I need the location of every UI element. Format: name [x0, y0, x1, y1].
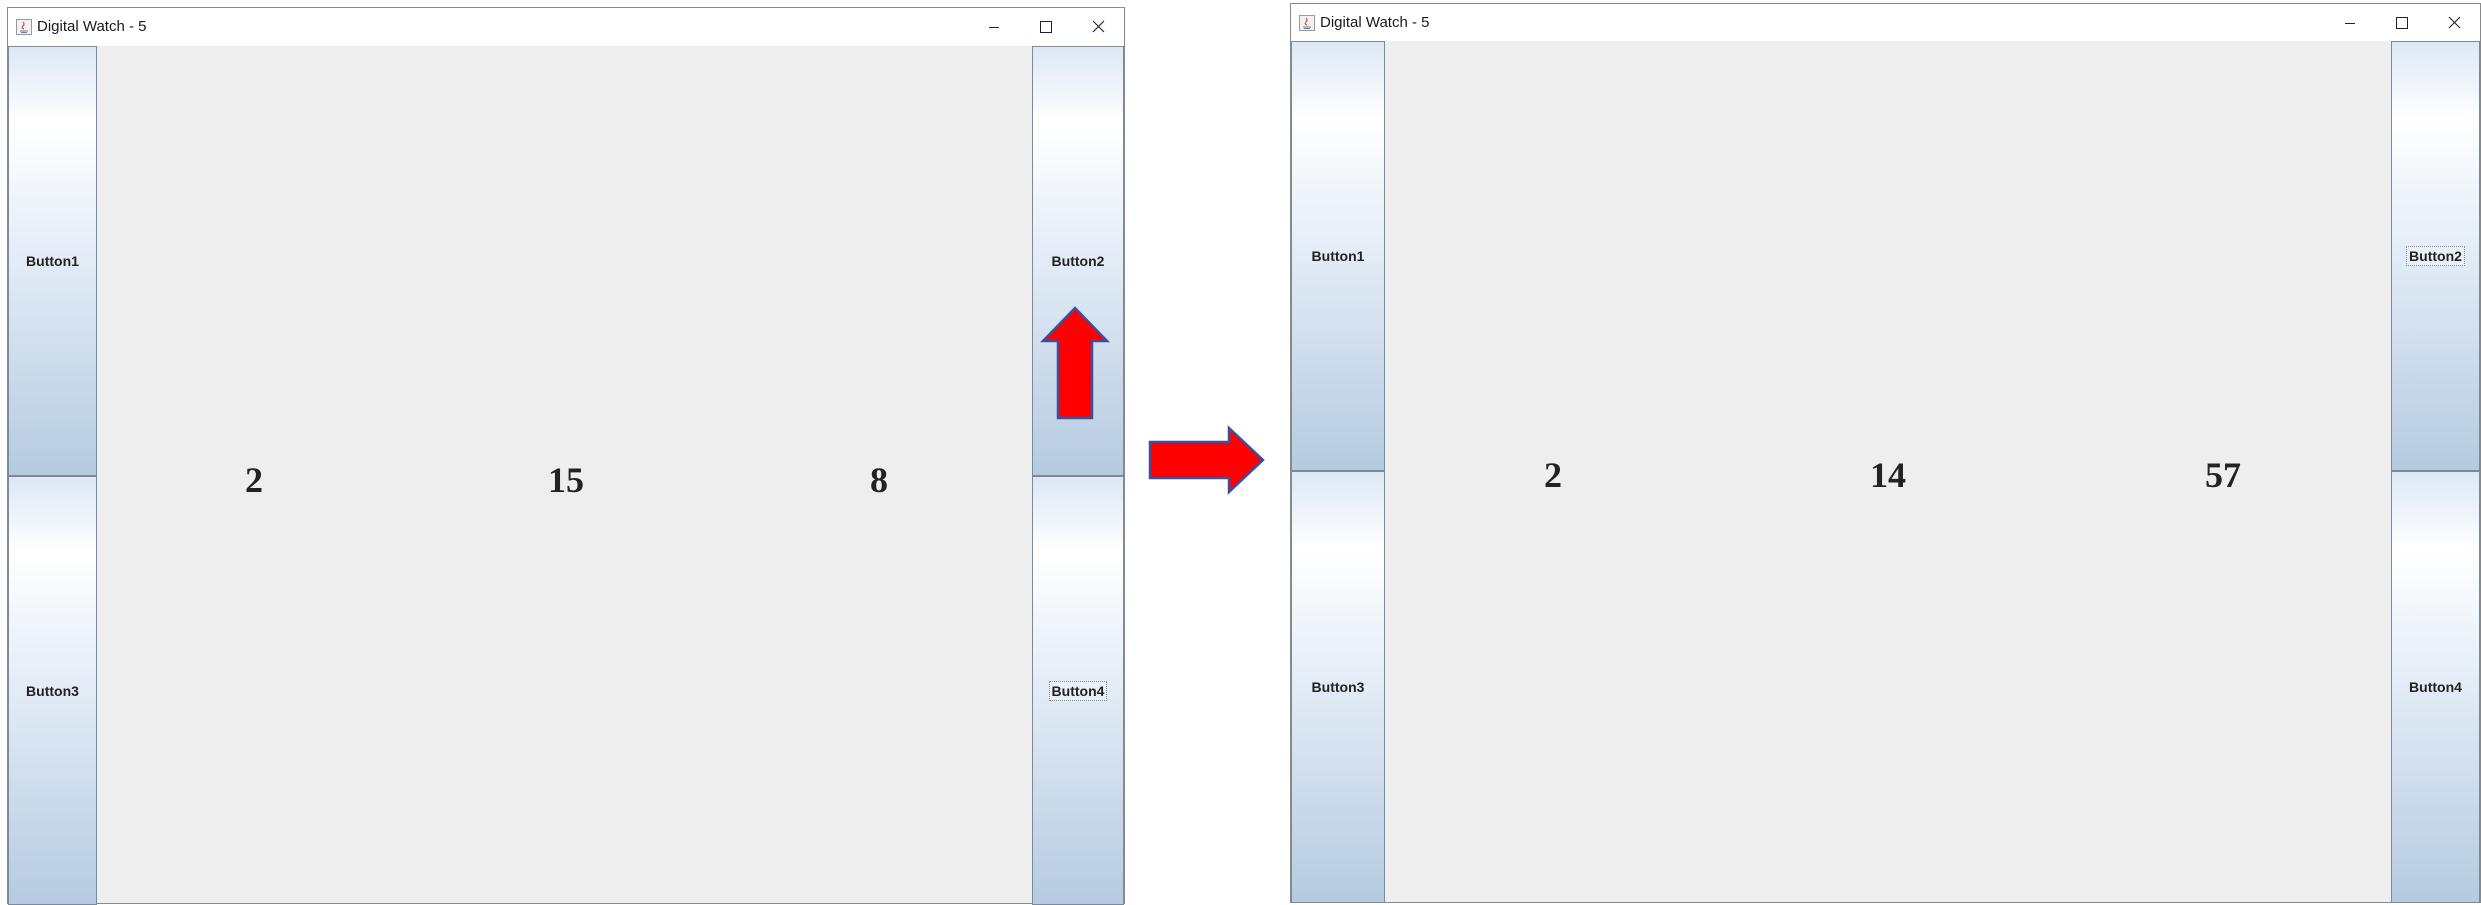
watch-panel: Button1 Button3 2 14 57 Button2 Button4: [1291, 41, 2480, 903]
window-title: Digital Watch - 5: [37, 18, 147, 35]
button3-label: Button3: [1311, 679, 1365, 695]
button2-label: Button2: [2406, 246, 2465, 266]
java-app-icon: [16, 19, 32, 35]
button4-label: Button4: [2409, 679, 2462, 695]
window-before: Digital Watch - 5 Button1 Button3 2 15 8…: [7, 7, 1125, 905]
button2-label: Button2: [1051, 253, 1105, 269]
seconds-value: 57: [2205, 455, 2241, 495]
right-arrow-annotation: [1148, 425, 1265, 495]
up-arrow-annotation: [1040, 306, 1110, 420]
button2[interactable]: Button2: [2391, 41, 2480, 471]
button3[interactable]: Button3: [8, 476, 97, 905]
window-after: Digital Watch - 5 Button1 Button3 2 14 5…: [1290, 3, 2481, 903]
button1[interactable]: Button1: [1291, 41, 1385, 471]
seconds-value: 8: [870, 460, 888, 500]
hours-value: 2: [1544, 455, 1562, 495]
button4[interactable]: Button4: [2391, 471, 2480, 903]
hours-value: 2: [245, 460, 263, 500]
window-title: Digital Watch - 5: [1320, 14, 1430, 31]
watch-panel: Button1 Button3 2 15 8 Button2 Button4: [8, 46, 1124, 905]
close-button[interactable]: [2428, 4, 2480, 41]
time-display: 2 14 57: [1385, 41, 2391, 902]
maximize-button[interactable]: [1020, 8, 1072, 45]
minimize-button[interactable]: [2324, 4, 2376, 41]
button4[interactable]: Button4: [1032, 476, 1124, 905]
close-icon: [1092, 20, 1104, 33]
button3-label: Button3: [26, 682, 79, 699]
minutes-value: 14: [1870, 455, 1906, 495]
minimize-icon: [989, 26, 999, 28]
minimize-button[interactable]: [968, 8, 1020, 45]
minutes-value: 15: [548, 460, 584, 500]
button1-label: Button1: [1311, 248, 1365, 264]
minimize-icon: [2345, 22, 2355, 24]
button1-label: Button1: [26, 253, 79, 269]
button4-label: Button4: [1048, 680, 1108, 701]
java-app-icon: [1299, 15, 1315, 31]
button1[interactable]: Button1: [8, 46, 97, 476]
close-button[interactable]: [1072, 8, 1124, 45]
button3[interactable]: Button3: [1291, 471, 1385, 903]
title-bar[interactable]: Digital Watch - 5: [1291, 4, 2480, 41]
maximize-icon: [1040, 20, 1052, 33]
maximize-button[interactable]: [2376, 4, 2428, 41]
maximize-icon: [2396, 16, 2408, 29]
close-icon: [2448, 16, 2460, 29]
title-bar[interactable]: Digital Watch - 5: [8, 8, 1124, 45]
time-display: 2 15 8: [97, 46, 1032, 903]
